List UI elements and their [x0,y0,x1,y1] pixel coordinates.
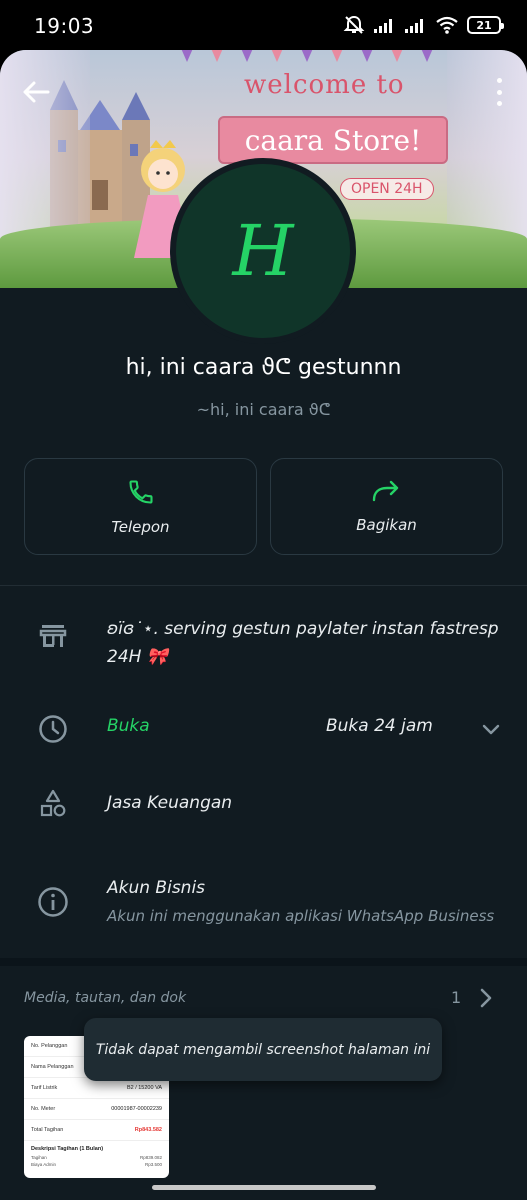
doc-row: No. Meter 00001987-00002239 [24,1099,169,1120]
bunting-decoration [181,50,433,62]
home-indicator[interactable] [152,1185,376,1190]
business-hours-row[interactable]: Buka Buka 24 jam [0,710,527,750]
account-type-title: Akun Bisnis [107,878,206,898]
doc-row: Biaya Admin Rp3.500 [31,1162,162,1167]
business-category: Jasa Keuangan [107,793,233,813]
dot-icon [496,89,502,95]
mute-icon [343,15,365,34]
battery-icon: 21 [467,16,504,34]
wifi-icon [436,16,458,34]
media-section-title[interactable]: Media, tautan, dan dok [24,990,186,1006]
status-time: 19:03 [34,14,95,38]
info-icon [36,885,70,919]
signal-icon [405,19,423,33]
dot-icon [496,78,502,83]
cover-open-badge: OPEN 24H [340,178,434,200]
doc-row: Tarif Listrik B2 / 15200 VA [24,1078,169,1099]
share-button[interactable]: Bagikan [270,458,503,555]
phone-icon [128,479,153,504]
call-button[interactable]: Telepon [24,458,257,555]
doc-section-title: Deskripsi Tagihan (1 Bulan) [31,1146,104,1152]
business-description: ʚïɞ˙⋆. serving gestun paylater instan fa… [107,619,499,667]
avatar[interactable]: H [170,158,356,344]
call-label: Telepon [111,517,170,536]
business-category-row: Jasa Keuangan [0,785,527,825]
arrow-left-icon [23,81,50,103]
share-label: Bagikan [356,515,417,534]
avatar-letter: H [232,210,294,292]
divider [0,585,527,586]
store-icon [36,619,70,653]
contact-pushname: ~hi, ini caara ϑᕦ [196,400,331,419]
dot-icon [496,101,502,106]
doc-row: Total Tagihan Rp843.582 [24,1120,169,1141]
share-icon [372,480,398,501]
chevron-right-icon[interactable] [477,988,495,1008]
cover-store-banner: caara Store! [218,116,448,164]
chevron-down-icon[interactable] [481,720,501,740]
contact-name: hi, ini caara ϑᕦ gestunnn [125,355,402,380]
back-button[interactable] [20,76,52,108]
business-description-row[interactable]: ʚïɞ˙⋆. serving gestun paylater instan fa… [0,615,527,685]
toast-message: Tidak dapat mengambil screenshot halaman… [84,1018,442,1081]
media-count[interactable]: 1 [451,988,461,1007]
category-icon [36,787,70,821]
contact-info-screen: welcome to caara Store! OPEN 24H H hi, i… [0,50,527,1200]
account-type-subtitle: Akun ini menggunakan aplikasi WhatsApp B… [107,907,495,925]
doc-row: Tagihan Rp839.082 [31,1155,162,1160]
clock-icon [36,712,70,746]
signal-icon [374,19,392,33]
business-account-row[interactable]: Akun Bisnis Akun ini menggunakan aplikas… [0,875,527,935]
more-options-button[interactable] [493,78,505,106]
business-hours: Buka 24 jam [326,716,433,736]
status-bar: 19:03 21 [0,0,527,50]
section-divider [0,958,527,966]
open-status: Buka [107,716,150,736]
cover-welcome-text: welcome to [244,70,405,100]
status-icons: 21 [343,15,504,35]
